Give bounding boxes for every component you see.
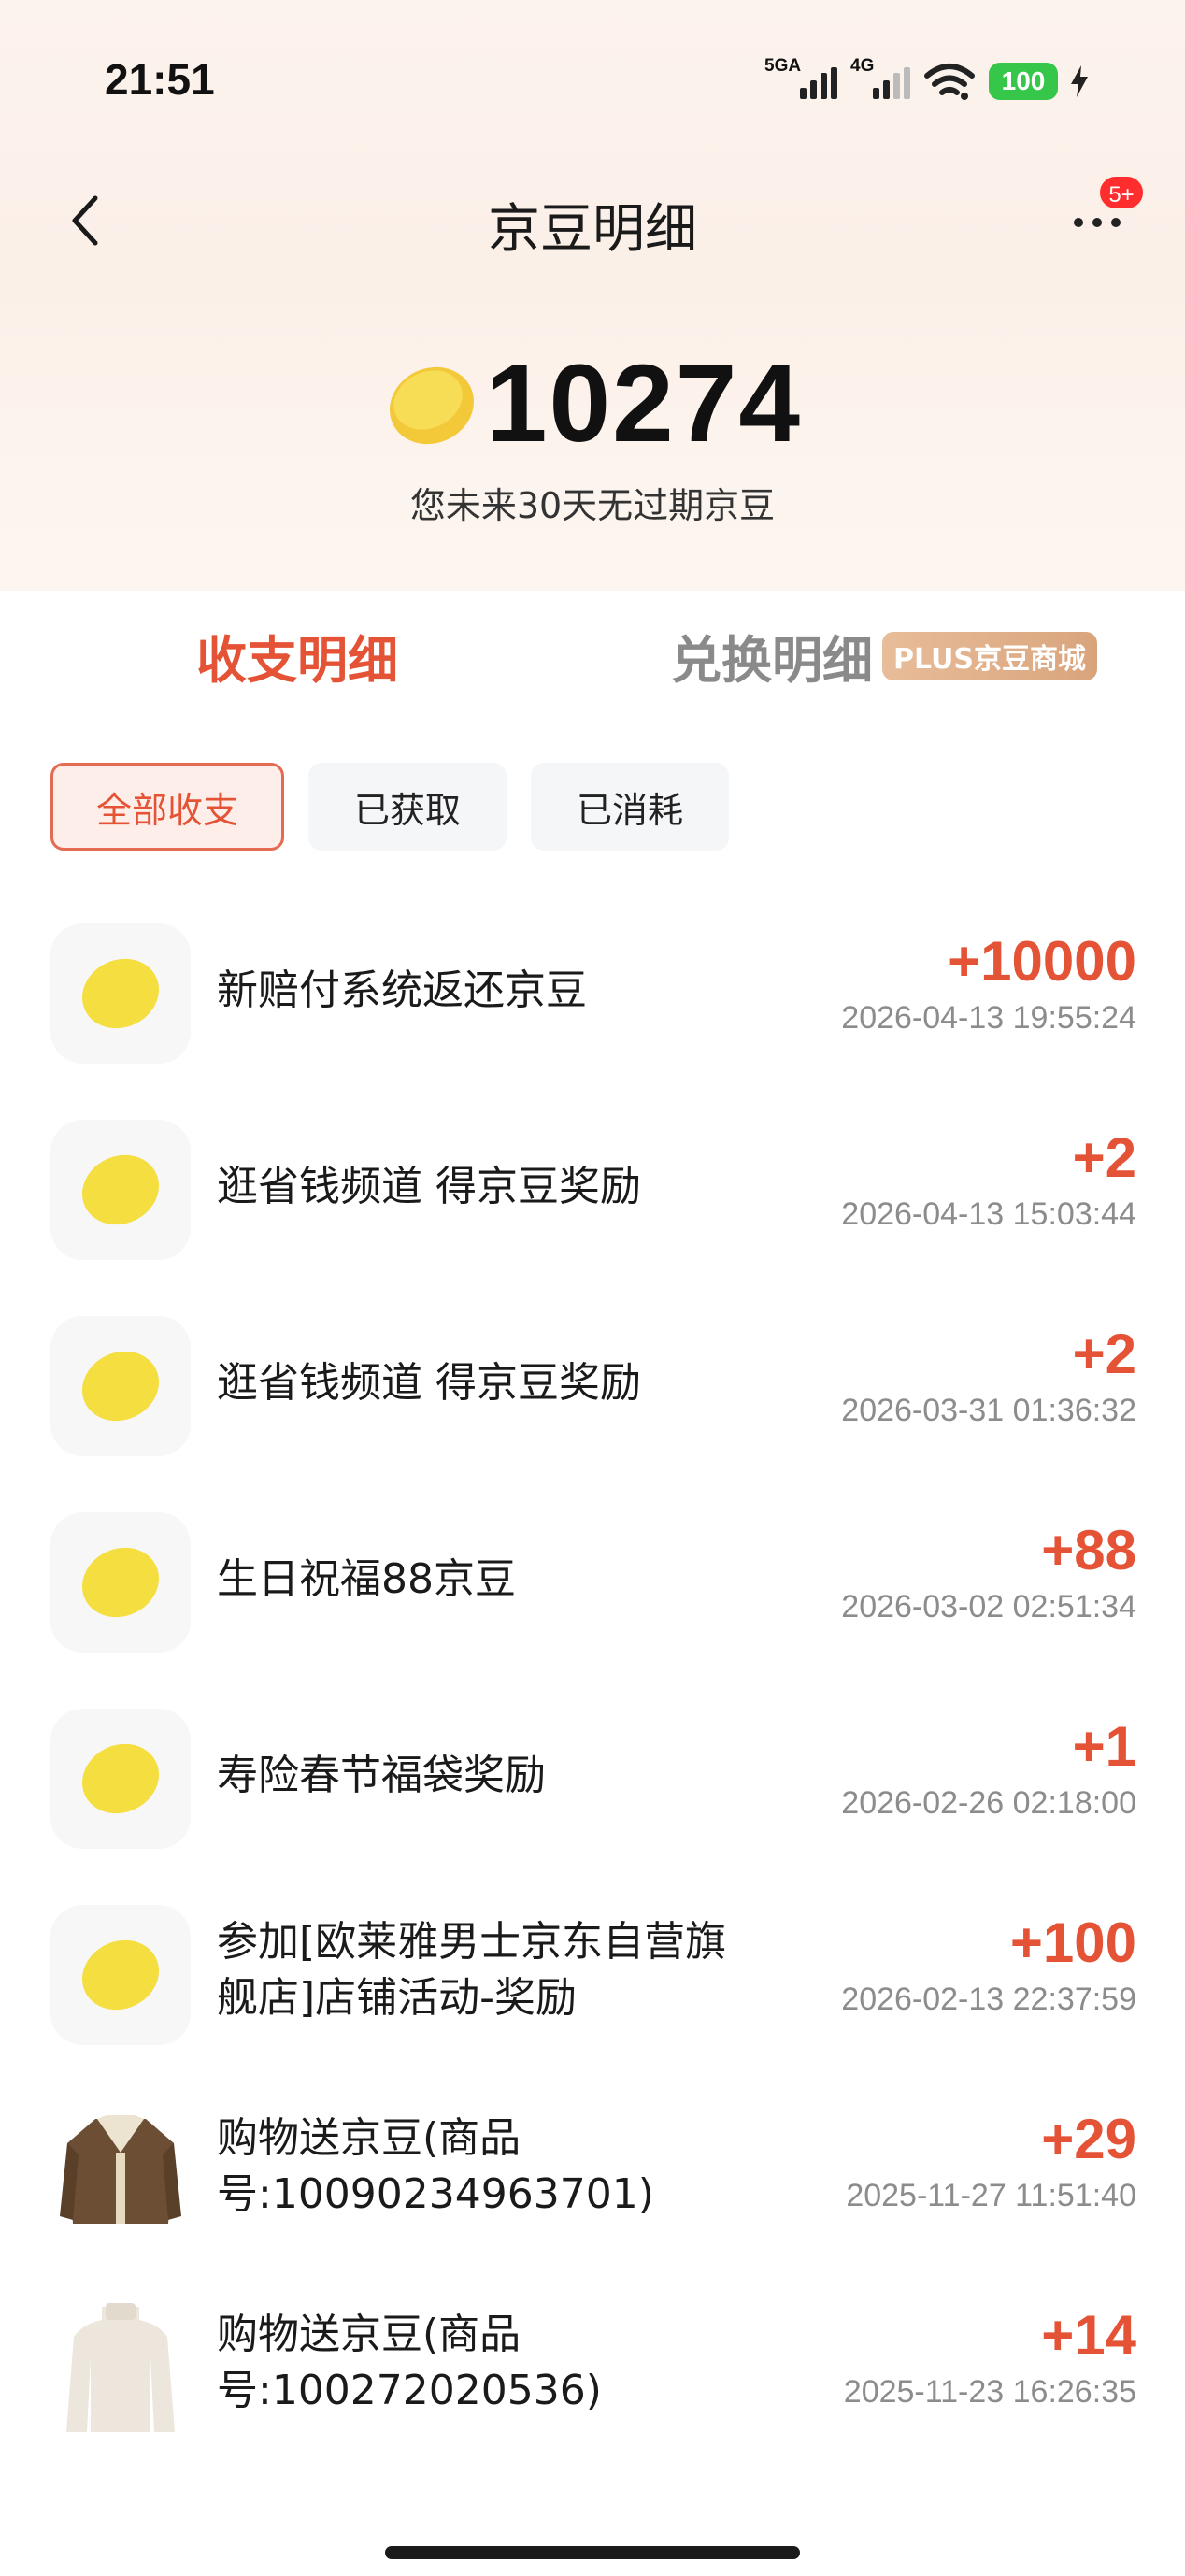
cellular-signal-icon: 5GA (764, 56, 837, 103)
tab-income-expense[interactable]: 收支明细 (196, 619, 398, 693)
item-title: 逛省钱频道 得京豆奖励 (217, 1163, 641, 1210)
item-title: 寿险春节福袋奖励 (217, 1752, 546, 1799)
item-amount: +1 (1072, 1715, 1136, 1778)
item-amount: +10000 (948, 930, 1136, 993)
item-title: 新赔付系统返还京豆 (217, 966, 587, 1014)
item-title: 购物送京豆(商品号:10090234963701) (217, 2114, 654, 2218)
item-time: 2025-11-27 11:51:40 (846, 2178, 1136, 2213)
more-dot (1092, 218, 1102, 227)
bean-icon (50, 1120, 191, 1260)
item-time: 2026-02-26 02:18:00 (841, 1785, 1136, 1821)
list-item[interactable]: 参加[欧莱雅男士京东自营旗舰店]店铺活动-奖励 +100 2026-02-13 … (0, 1905, 1185, 2101)
list-item[interactable]: 逛省钱频道 得京豆奖励 +2 2026-03-31 01:36:32 (0, 1316, 1185, 1512)
bean-icon (50, 1512, 191, 1653)
item-title: 逛省钱频道 得京豆奖励 (217, 1359, 641, 1407)
bean-icon (50, 1316, 191, 1456)
item-time: 2026-04-13 19:55:24 (841, 1000, 1136, 1036)
item-title: 生日祝福88京豆 (217, 1555, 516, 1603)
item-title: 参加[欧莱雅男士京东自营旗舰店]店铺活动-奖励 (217, 1918, 727, 2022)
balance-row: 10274 (0, 348, 1185, 460)
home-indicator[interactable] (385, 2546, 800, 2559)
battery-indicator: 100 (989, 63, 1058, 100)
list-item[interactable]: 新赔付系统返还京豆 +10000 2026-04-13 19:55:24 (0, 923, 1185, 1120)
status-time: 21:51 (105, 55, 215, 104)
page-title: 京豆明细 (488, 199, 697, 260)
bean-icon (50, 1905, 191, 2045)
item-amount: +2 (1072, 1323, 1136, 1385)
filter-all[interactable]: 全部收支 (50, 763, 284, 851)
wifi-icon (924, 64, 975, 100)
item-amount: +2 (1072, 1126, 1136, 1189)
more-dot (1111, 218, 1121, 227)
list-item[interactable]: 寿险春节福袋奖励 +1 2026-02-26 02:18:00 (0, 1709, 1185, 1905)
filter-obtained[interactable]: 已获取 (308, 763, 507, 851)
item-amount: +29 (1041, 2108, 1136, 2170)
sweater-product-image (50, 2297, 191, 2438)
main-tabs: 收支明细 兑换明细 PLUS京豆商城 (0, 591, 1185, 731)
cellular-signal-icon: 4G (850, 56, 910, 103)
bean-balance: 10274 (485, 342, 803, 465)
item-title: 购物送京豆(商品号:100272020536) (217, 2311, 602, 2414)
list-item[interactable]: 购物送京豆(商品号:10090234963701) +29 2025-11-27… (0, 2101, 1185, 2297)
item-time: 2026-02-13 22:37:59 (841, 1982, 1136, 2017)
bean-icon (50, 1709, 191, 1849)
item-amount: +88 (1041, 1519, 1136, 1581)
plus-mall-tag[interactable]: PLUS京豆商城 (882, 631, 1098, 680)
notification-badge: 5+ (1097, 174, 1146, 211)
status-bar-icons: 5GA 4G 100 (764, 56, 1088, 105)
expiry-note: 您未来30天无过期京豆 (409, 485, 776, 526)
jacket-product-image (50, 2101, 191, 2241)
filter-consumed[interactable]: 已消耗 (531, 763, 729, 851)
item-time: 2026-03-02 02:51:34 (841, 1589, 1136, 1624)
bean-icon (50, 923, 191, 1064)
item-amount: +14 (1041, 2304, 1136, 2367)
more-dot (1074, 218, 1083, 227)
bean-icon (389, 366, 474, 445)
tab-exchange-label: 兑换明细 (671, 631, 873, 690)
list-item-partial (0, 2505, 1185, 2529)
item-time: 2026-04-13 15:03:44 (841, 1196, 1136, 1232)
charging-icon (1071, 65, 1088, 97)
list-item[interactable]: 购物送京豆(商品号:100272020536) +14 2025-11-23 1… (0, 2297, 1185, 2494)
item-time: 2025-11-23 16:26:35 (843, 2374, 1136, 2410)
item-time: 2026-03-31 01:36:32 (841, 1393, 1136, 1428)
item-amount: +100 (1009, 1911, 1136, 1974)
list-item[interactable]: 生日祝福88京豆 +88 2026-03-02 02:51:34 (0, 1512, 1185, 1709)
list-item[interactable]: 逛省钱频道 得京豆奖励 +2 2026-04-13 15:03:44 (0, 1120, 1185, 1316)
tab-exchange[interactable]: 兑换明细 PLUS京豆商城 (671, 619, 1098, 693)
